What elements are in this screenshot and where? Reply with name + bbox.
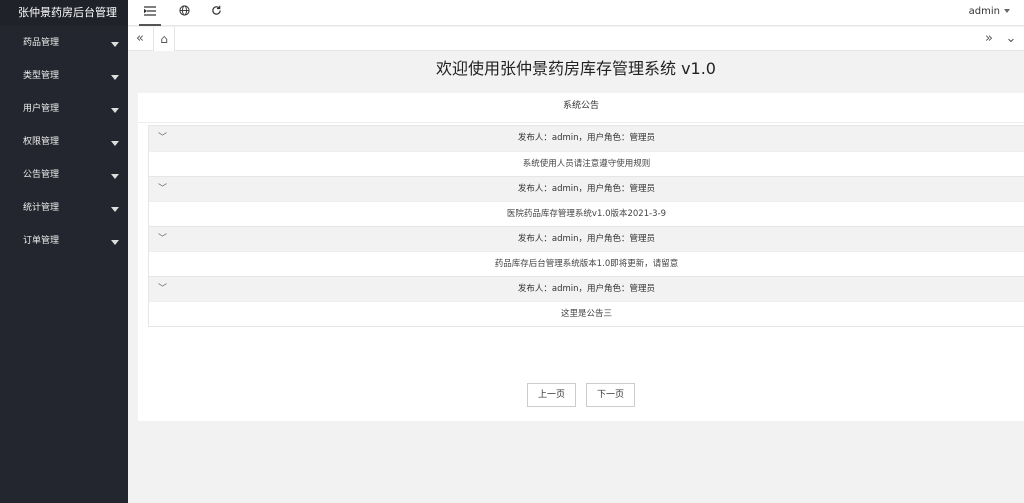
- prev-page-button[interactable]: 上一页: [526, 383, 576, 407]
- sidebar-item-label: 药品管理: [23, 38, 60, 48]
- caret-down-icon: [111, 42, 119, 47]
- next-page-button[interactable]: 下一页: [586, 383, 636, 407]
- notice-header[interactable]: ﹀ 发布人：admin，用户角色：管理员: [149, 276, 1024, 301]
- app-title: 张仲景药房后台管理: [0, 0, 128, 26]
- tab-next-icon[interactable]: »: [978, 27, 1000, 51]
- tab-dropdown-icon[interactable]: ⌄: [1000, 27, 1022, 51]
- chevron-down-icon: ﹀: [158, 284, 168, 294]
- sidebar-nav: 药品管理 类型管理 用户管理 权限管理 公告管理 统计管理 订单管理: [0, 26, 128, 258]
- notice-content: 这里是公告三: [149, 301, 1024, 326]
- sidebar-item-order[interactable]: 订单管理: [0, 225, 128, 258]
- notice-collapse: ﹀ 发布人：admin，用户角色：管理员 系统使用人员请注意遵守使用规则 ﹀ 发布人…: [148, 125, 1024, 327]
- caret-down-icon: [111, 141, 119, 146]
- tab-prev-icon[interactable]: «: [129, 27, 151, 51]
- main-content: 欢迎使用张仲景药房库存管理系统 v1.0 系统公告 ﹀ 发布人：admin，用户角…: [128, 52, 1024, 503]
- sidebar-item-stats[interactable]: 统计管理: [0, 192, 128, 225]
- notice-content: 药品库存后台管理系统版本1.0即将更新，请留意: [149, 251, 1024, 276]
- sidebar-item-label: 公告管理: [23, 170, 60, 180]
- sidebar-item-label: 类型管理: [23, 71, 60, 81]
- sidebar-item-user[interactable]: 用户管理: [0, 93, 128, 126]
- notice-header[interactable]: ﹀ 发布人：admin，用户角色：管理员: [149, 226, 1024, 251]
- caret-down-icon: [111, 207, 119, 212]
- home-tab-icon[interactable]: ⌂: [153, 27, 175, 51]
- sidebar-item-label: 统计管理: [23, 203, 60, 213]
- caret-down-icon: [111, 108, 119, 113]
- caret-down-icon: [111, 240, 119, 245]
- caret-down-icon: [1004, 9, 1010, 13]
- menu-toggle-icon[interactable]: [139, 5, 161, 26]
- top-header: admin: [128, 0, 1024, 26]
- sidebar-item-label: 权限管理: [23, 137, 60, 147]
- chevron-down-icon: ﹀: [158, 133, 168, 143]
- notice-content: 医院药品库存管理系统v1.0版本2021-3-9: [149, 201, 1024, 226]
- tab-bar: « ⌂ » ⌄: [128, 27, 1024, 51]
- sidebar-item-label: 订单管理: [23, 236, 60, 246]
- notice-card: 系统公告 ﹀ 发布人：admin，用户角色：管理员 系统使用人员请注意遵守使用规则…: [138, 93, 1024, 421]
- notice-header[interactable]: ﹀ 发布人：admin，用户角色：管理员: [149, 176, 1024, 201]
- sidebar-item-label: 用户管理: [23, 104, 60, 114]
- notice-card-title: 系统公告: [138, 93, 1024, 123]
- chevron-down-icon: ﹀: [158, 234, 168, 244]
- sidebar: 张仲景药房后台管理 药品管理 类型管理 用户管理 权限管理 公告管理 统计管理 …: [0, 0, 128, 503]
- caret-down-icon: [111, 174, 119, 179]
- sidebar-item-type[interactable]: 类型管理: [0, 60, 128, 93]
- notice-header[interactable]: ﹀ 发布人：admin，用户角色：管理员: [149, 126, 1024, 151]
- sidebar-item-permission[interactable]: 权限管理: [0, 126, 128, 159]
- pager: 上一页 下一页: [138, 383, 1024, 407]
- page-title: 欢迎使用张仲景药房库存管理系统 v1.0: [435, 59, 716, 78]
- sidebar-item-drug[interactable]: 药品管理: [0, 27, 128, 60]
- notice-content: 系统使用人员请注意遵守使用规则: [149, 151, 1024, 176]
- user-menu[interactable]: admin: [969, 6, 1010, 17]
- globe-icon[interactable]: [176, 5, 192, 21]
- chevron-down-icon: ﹀: [158, 184, 168, 194]
- sidebar-item-notice[interactable]: 公告管理: [0, 159, 128, 192]
- caret-down-icon: [111, 75, 119, 80]
- refresh-icon[interactable]: [208, 5, 224, 21]
- username: admin: [968, 6, 1000, 17]
